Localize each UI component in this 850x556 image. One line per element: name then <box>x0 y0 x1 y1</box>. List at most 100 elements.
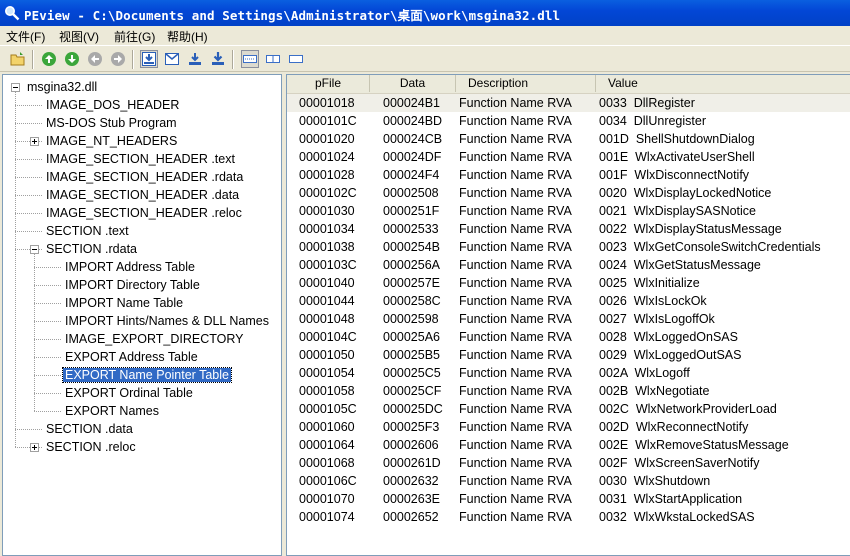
tree-item[interactable]: EXPORT Address Table <box>63 348 200 366</box>
menu-help[interactable]: 帮助(H) <box>167 28 208 45</box>
cell-description: Function Name RVA <box>459 258 572 272</box>
column-header-pfile[interactable]: pFile <box>287 75 370 92</box>
tree-item[interactable]: SECTION .text <box>44 222 131 240</box>
cell-pfile: 0000103C <box>299 258 357 272</box>
table-row[interactable]: 0000101C 000024BD Function Name RVA 0034 Dl… <box>287 112 850 130</box>
cell-data: 0000256A <box>383 258 441 272</box>
tree-item[interactable]: IMAGE_NT_HEADERS <box>44 132 179 150</box>
title-bar[interactable]: PEview - C:\Documents and Settings\Admin… <box>0 0 850 26</box>
view-word-icon[interactable] <box>163 50 181 68</box>
table-row[interactable]: 00001040 0000257E Function Name RVA 0025 Wl… <box>287 274 850 292</box>
table-row[interactable]: 00001034 00002533 Function Name RVA 0022 Wl… <box>287 220 850 238</box>
cell-pfile: 00001038 <box>299 240 355 254</box>
table-row[interactable]: 00001024 000024DF Function Name RVA 001E Wl… <box>287 148 850 166</box>
cell-pfile: 0000104C <box>299 330 357 344</box>
table-row[interactable]: 0000102C 00002508 Function Name RVA 0020 Wl… <box>287 184 850 202</box>
table-row[interactable]: 00001060 000025F3 Function Name RVA 002D Wl… <box>287 418 850 436</box>
table-row[interactable]: 00001064 00002606 Function Name RVA 002E Wl… <box>287 436 850 454</box>
tree-item[interactable]: IMAGE_DOS_HEADER <box>44 96 181 114</box>
table-row[interactable]: 0000106C 00002632 Function Name RVA 0030 Wl… <box>287 472 850 490</box>
cell-value: 0031 WlxStartApplication <box>599 492 743 506</box>
tree-item[interactable]: IMPORT Address Table <box>63 258 197 276</box>
view-qword-icon[interactable] <box>209 50 227 68</box>
cell-data: 000025C5 <box>383 366 441 380</box>
collapse-minus-icon[interactable] <box>11 83 20 92</box>
expand-plus-icon[interactable] <box>30 137 39 146</box>
table-row[interactable]: 00001048 00002598 Function Name RVA 0027 Wl… <box>287 310 850 328</box>
table-row[interactable]: 00001018 000024B1 Function Name RVA 0033 Dl… <box>287 94 850 112</box>
table-row[interactable]: 00001070 0000263E Function Name RVA 0031 Wl… <box>287 490 850 508</box>
table-row[interactable]: 0000103C 0000256A Function Name RVA 0024 Wl… <box>287 256 850 274</box>
table-row[interactable]: 00001044 0000258C Function Name RVA 0026 Wl… <box>287 292 850 310</box>
table-row[interactable]: 00001054 000025C5 Function Name RVA 002A Wl… <box>287 364 850 382</box>
view-details-icon[interactable] <box>241 50 259 68</box>
tree-item-label: IMAGE_SECTION_HEADER .data <box>46 188 240 202</box>
cell-description: Function Name RVA <box>459 204 572 218</box>
back-gray-icon[interactable] <box>86 50 104 68</box>
cell-data: 0000261D <box>383 456 441 470</box>
cell-value: 002A WlxLogoff <box>599 366 690 380</box>
tree-item[interactable]: EXPORT Ordinal Table <box>63 384 195 402</box>
tree-item-label: IMPORT Hints/Names & DLL Names <box>65 314 269 328</box>
forward-green-icon[interactable] <box>63 50 81 68</box>
cell-value: 0024 WlxGetStatusMessage <box>599 258 761 272</box>
table-row[interactable]: 00001074 00002652 Function Name RVA 0032 Wl… <box>287 508 850 526</box>
cell-data: 00002508 <box>383 186 439 200</box>
cell-description: Function Name RVA <box>459 168 572 182</box>
tree-item[interactable]: SECTION .data <box>44 420 135 438</box>
menu-view[interactable]: 视图(V) <box>59 28 99 45</box>
cell-value: 002F WlxScreenSaverNotify <box>599 456 760 470</box>
view-dword-icon[interactable] <box>186 50 204 68</box>
table-row[interactable]: 00001020 000024CB Function Name RVA 001D Sh… <box>287 130 850 148</box>
tree-item[interactable]: SECTION .reloc <box>44 438 138 456</box>
section-tree-view[interactable]: msgina32.dll IMAGE_DOS_HEADER MS-DOS Stub … <box>2 74 282 556</box>
table-row[interactable]: 00001038 0000254B Function Name RVA 0023 Wl… <box>287 238 850 256</box>
cell-pfile: 00001070 <box>299 492 355 506</box>
cell-description: Function Name RVA <box>459 510 572 524</box>
cell-description: Function Name RVA <box>459 456 572 470</box>
tree-item[interactable]: SECTION .rdata <box>44 240 139 258</box>
tree-item[interactable]: IMPORT Name Table <box>63 294 185 312</box>
tree-item[interactable]: IMAGE_SECTION_HEADER .text <box>44 150 237 168</box>
tree-item[interactable]: EXPORT Names <box>63 402 161 420</box>
table-row[interactable]: 0000105C 000025DC Function Name RVA 002C Wl… <box>287 400 850 418</box>
column-header-description[interactable]: Description <box>456 75 596 92</box>
back-green-icon[interactable] <box>40 50 58 68</box>
expand-plus-icon[interactable] <box>30 443 39 452</box>
detail-list-view[interactable]: pFile Data Description Value 00001018 000… <box>286 74 850 556</box>
tree-item[interactable]: msgina32.dll <box>25 78 99 96</box>
tree-item[interactable]: MS-DOS Stub Program <box>44 114 179 132</box>
tree-item[interactable]: IMAGE_EXPORT_DIRECTORY <box>63 330 246 348</box>
collapse-minus-icon[interactable] <box>30 245 39 254</box>
cell-description: Function Name RVA <box>459 276 572 290</box>
cell-data: 0000251F <box>383 204 440 218</box>
table-row[interactable]: 00001028 000024F4 Function Name RVA 001F Wl… <box>287 166 850 184</box>
menu-go[interactable]: 前往(G) <box>114 28 155 45</box>
open-folder-icon[interactable] <box>9 50 27 68</box>
cell-description: Function Name RVA <box>459 366 572 380</box>
column-header-value[interactable]: Value <box>596 75 850 92</box>
tree-item[interactable]: IMAGE_SECTION_HEADER .reloc <box>44 204 244 222</box>
tree-item[interactable]: IMPORT Directory Table <box>63 276 202 294</box>
view-hex-icon[interactable] <box>264 50 282 68</box>
forward-gray-icon[interactable] <box>109 50 127 68</box>
menu-file[interactable]: 文件(F) <box>6 28 45 45</box>
cell-data: 000025F3 <box>383 420 440 434</box>
table-row[interactable]: 00001050 000025B5 Function Name RVA 0029 Wl… <box>287 346 850 364</box>
tree-item[interactable]: EXPORT Name Pointer Table <box>62 366 232 384</box>
table-row[interactable]: 00001058 000025CF Function Name RVA 002B Wl… <box>287 382 850 400</box>
tree-item[interactable]: IMPORT Hints/Names & DLL Names <box>63 312 271 330</box>
table-row[interactable]: 00001030 0000251F Function Name RVA 0021 Wl… <box>287 202 850 220</box>
view-byte-icon[interactable] <box>140 50 158 68</box>
list-header: pFile Data Description Value <box>287 75 850 94</box>
tree-item[interactable]: IMAGE_SECTION_HEADER .data <box>44 186 241 204</box>
tree-item[interactable]: IMAGE_SECTION_HEADER .rdata <box>44 168 245 186</box>
window-title: PEview - C:\Documents and Settings\Admin… <box>24 8 561 23</box>
cell-pfile: 0000101C <box>299 114 357 128</box>
table-row[interactable]: 0000104C 000025A6 Function Name RVA 0028 Wl… <box>287 328 850 346</box>
tree-item-label: SECTION .text <box>46 224 129 238</box>
column-header-data[interactable]: Data <box>370 75 456 92</box>
table-row[interactable]: 00001068 0000261D Function Name RVA 002F Wl… <box>287 454 850 472</box>
cell-pfile: 00001030 <box>299 204 355 218</box>
view-ascii-icon[interactable] <box>287 50 305 68</box>
